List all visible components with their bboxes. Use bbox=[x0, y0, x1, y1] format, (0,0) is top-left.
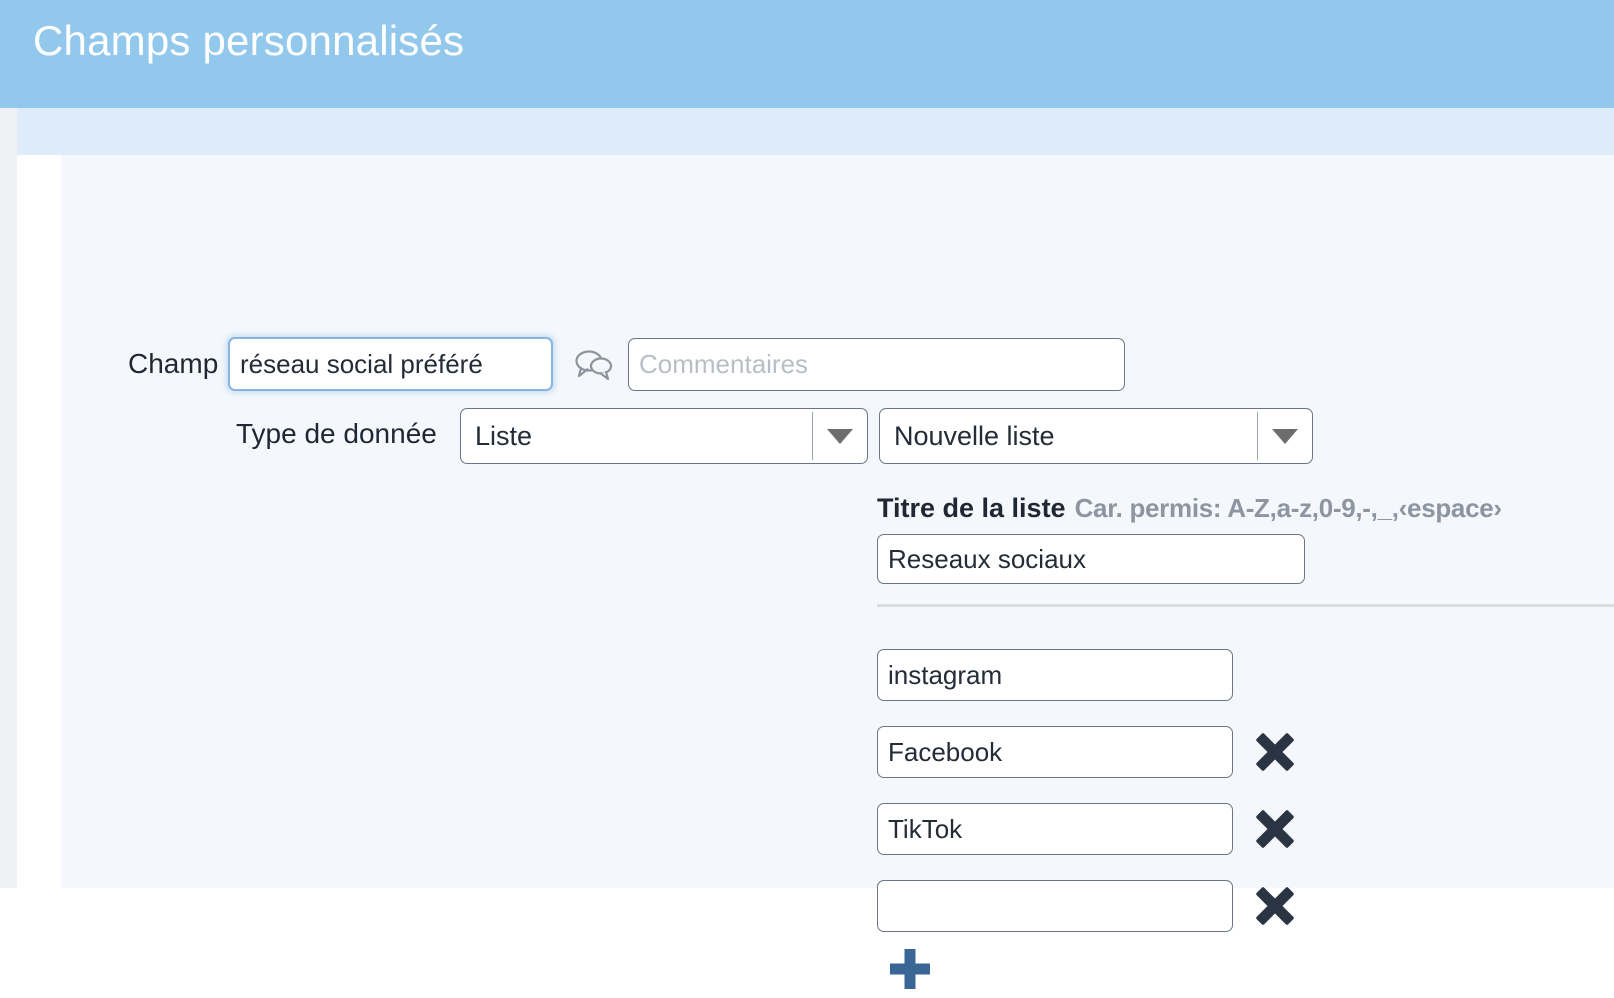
comment-bubbles-icon[interactable] bbox=[573, 343, 615, 385]
app-header: Champs personnalisés bbox=[0, 0, 1614, 108]
header-sub-band bbox=[17, 108, 1614, 155]
champ-input[interactable] bbox=[228, 337, 553, 391]
add-option-icon[interactable] bbox=[886, 945, 934, 993]
liste-source-value: Nouvelle liste bbox=[894, 420, 1055, 451]
list-option-input[interactable] bbox=[877, 803, 1233, 855]
remove-option-icon[interactable] bbox=[1252, 883, 1298, 929]
list-option-row bbox=[877, 649, 1347, 701]
type-de-donnee-value: Liste bbox=[475, 420, 533, 451]
list-option-row bbox=[877, 726, 1347, 778]
app-screen: Champs personnalisés Champ Type de donné… bbox=[0, 0, 1614, 989]
list-option-input[interactable] bbox=[877, 649, 1233, 701]
champ-label: Champ bbox=[128, 348, 219, 379]
page-title: Champs personnalisés bbox=[33, 17, 465, 64]
type-de-donnee-label: Type de donnée bbox=[236, 418, 437, 449]
titre-de-la-liste-row: Titre de la liste Car. permis: A-Z,a-z,0… bbox=[877, 493, 1502, 524]
allowed-characters-hint: Car. permis: A-Z,a-z,0-9,-,_,‹espace› bbox=[1074, 493, 1503, 523]
section-divider bbox=[877, 604, 1614, 607]
chevron-down-icon[interactable] bbox=[813, 428, 867, 444]
list-option-row bbox=[877, 803, 1347, 855]
list-option-input[interactable] bbox=[877, 726, 1233, 778]
remove-option-icon[interactable] bbox=[1252, 806, 1298, 852]
list-options-container bbox=[877, 649, 1347, 957]
left-white-margin bbox=[17, 155, 61, 888]
titre-de-la-liste-label: Titre de la liste bbox=[877, 493, 1066, 523]
commentaires-input[interactable] bbox=[628, 338, 1125, 391]
remove-option-icon[interactable] bbox=[1252, 729, 1298, 775]
liste-source-select[interactable]: Nouvelle liste bbox=[879, 408, 1313, 464]
chevron-down-icon[interactable] bbox=[1258, 428, 1312, 444]
titre-de-la-liste-input[interactable] bbox=[877, 534, 1305, 584]
custom-fields-panel: Champ Type de donnée Liste Nouvelle list… bbox=[61, 155, 1614, 989]
left-gutter-strip bbox=[0, 108, 17, 888]
type-de-donnee-select[interactable]: Liste bbox=[460, 408, 868, 464]
